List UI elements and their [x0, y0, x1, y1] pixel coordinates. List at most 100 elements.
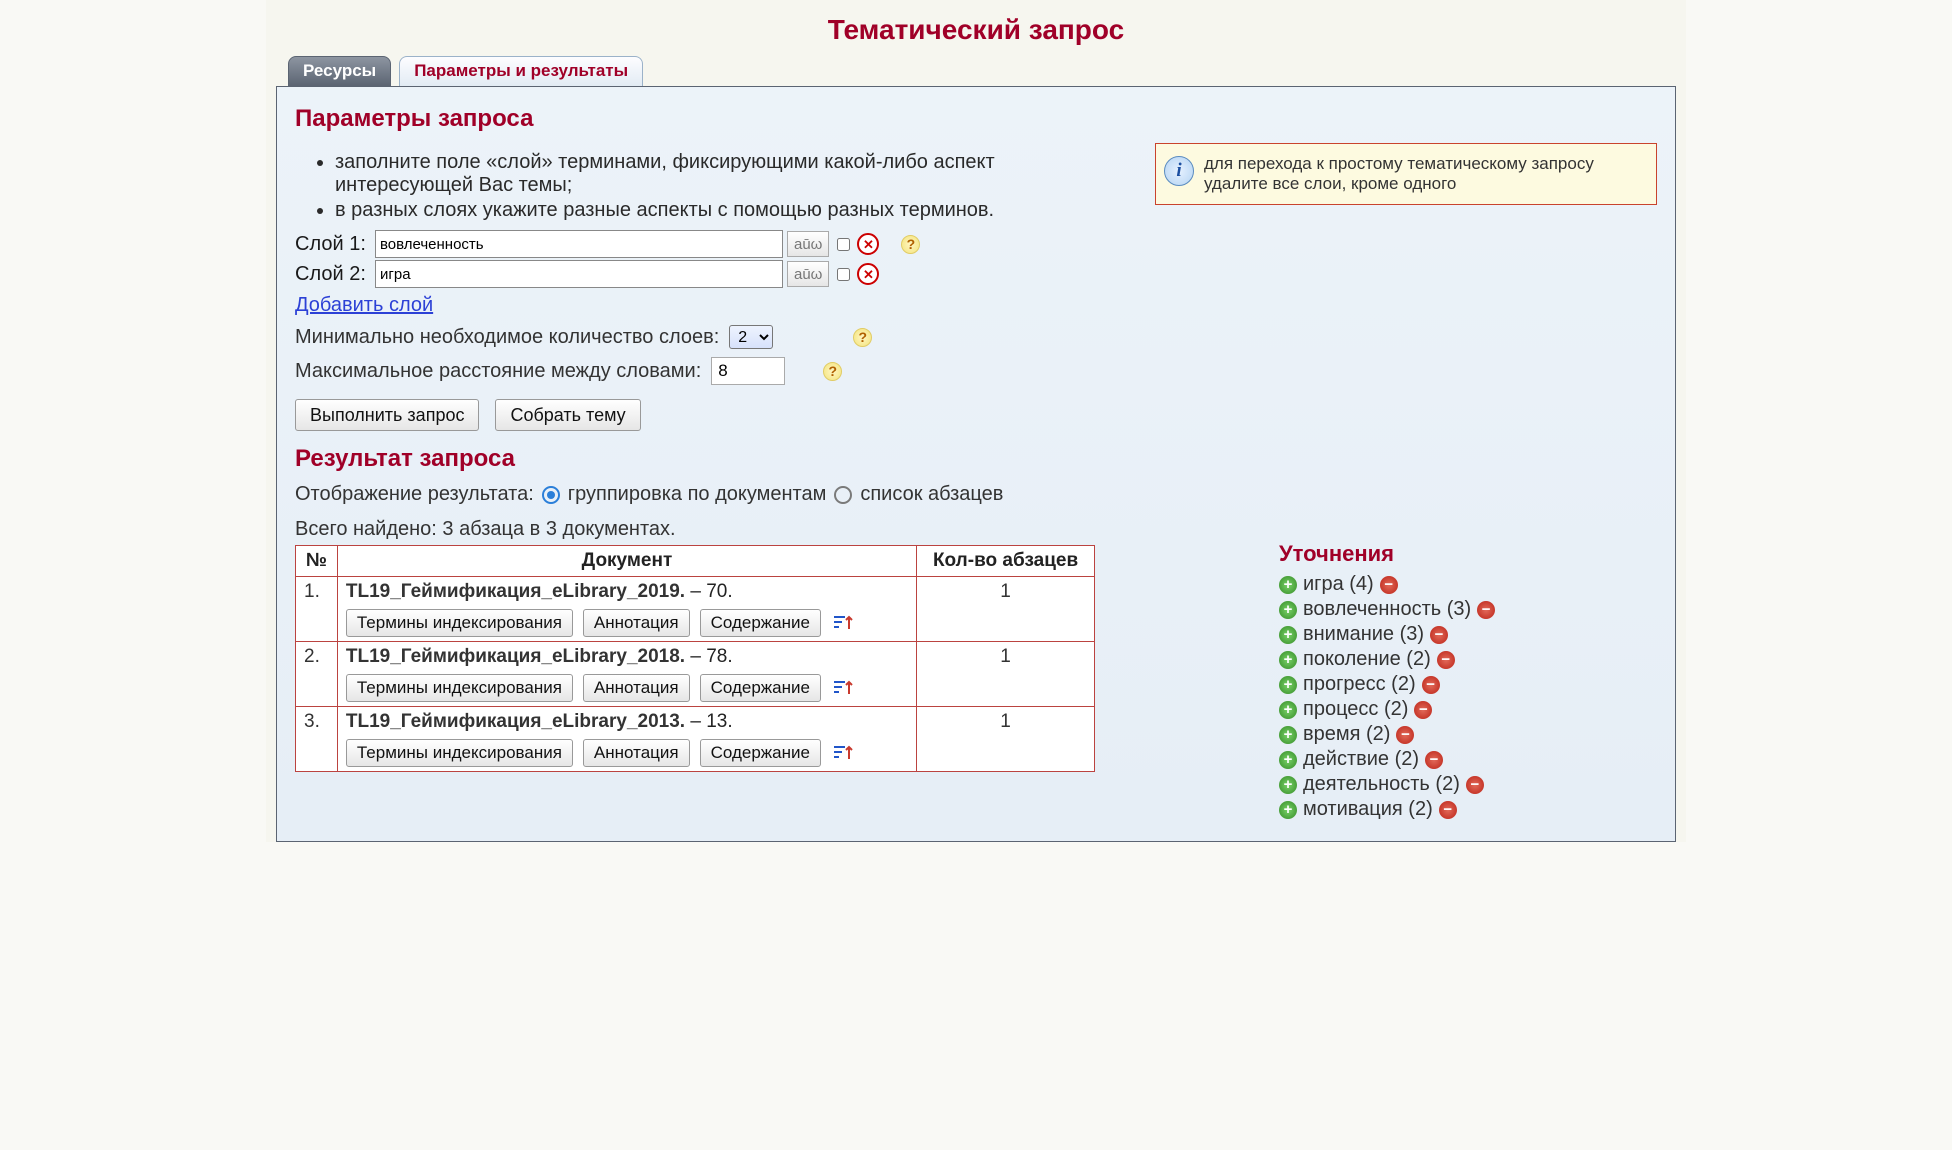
- refinement-item: + поколение (2)−: [1279, 648, 1657, 671]
- add-icon[interactable]: +: [1279, 701, 1297, 719]
- th-number: №: [296, 546, 338, 577]
- refinement-term[interactable]: внимание (3): [1303, 623, 1424, 646]
- min-layers-select[interactable]: 2: [729, 325, 773, 349]
- collect-topic-button[interactable]: Собрать тему: [495, 399, 640, 431]
- layer-2-label: Слой 2:: [295, 263, 371, 286]
- refinement-term[interactable]: прогресс (2): [1303, 673, 1416, 696]
- main-panel: Параметры запроса i для перехода к прост…: [276, 86, 1676, 842]
- min-layers-row: Минимально необходимое количество слоев:…: [295, 325, 1657, 349]
- layer-row-1: Слой 1: aūω ✕ ?: [295, 230, 1657, 258]
- add-icon[interactable]: +: [1279, 801, 1297, 819]
- refinement-item: + действие (2)−: [1279, 748, 1657, 771]
- remove-icon[interactable]: −: [1437, 651, 1455, 669]
- content-button[interactable]: Содержание: [700, 674, 821, 702]
- refinement-term[interactable]: вовлеченность (3): [1303, 598, 1471, 621]
- row-count: 1: [917, 642, 1095, 707]
- th-document: Документ: [337, 546, 916, 577]
- radio-paragraph-list[interactable]: [834, 486, 852, 504]
- index-terms-button[interactable]: Термины индексирования: [346, 674, 573, 702]
- max-distance-input[interactable]: [711, 357, 785, 385]
- refinements-heading: Уточнения: [1279, 541, 1657, 567]
- refinement-term[interactable]: действие (2): [1303, 748, 1419, 771]
- remove-icon[interactable]: −: [1477, 601, 1495, 619]
- index-terms-button[interactable]: Термины индексирования: [346, 739, 573, 767]
- info-icon: i: [1164, 156, 1194, 186]
- document-title[interactable]: TL19_Геймификация_eLibrary_2019.: [346, 581, 685, 602]
- max-distance-label: Максимальное расстояние между словами:: [295, 360, 701, 383]
- add-icon[interactable]: +: [1279, 726, 1297, 744]
- refinement-item: + время (2)−: [1279, 723, 1657, 746]
- remove-icon[interactable]: −: [1422, 676, 1440, 694]
- layer-1-input[interactable]: [375, 230, 783, 258]
- refinements-list: +игра (4)−+вовлеченность (3)−+внимание (…: [1279, 573, 1657, 821]
- radio-group-label: группировка по документам: [568, 483, 827, 506]
- layer-1-checkbox[interactable]: [837, 238, 850, 251]
- document-meta: – 13.: [685, 711, 733, 732]
- run-query-button[interactable]: Выполнить запрос: [295, 399, 479, 431]
- document-title[interactable]: TL19_Геймификация_eLibrary_2013.: [346, 711, 685, 732]
- sort-icon[interactable]: [831, 614, 857, 632]
- tab-params-results[interactable]: Параметры и результаты: [399, 56, 643, 86]
- refinement-term[interactable]: мотивация (2): [1303, 798, 1433, 821]
- max-distance-row: Максимальное расстояние между словами: ?: [295, 357, 1657, 385]
- remove-icon[interactable]: −: [1430, 626, 1448, 644]
- refinement-item: + внимание (3)−: [1279, 623, 1657, 646]
- remove-icon[interactable]: −: [1396, 726, 1414, 744]
- help-icon[interactable]: ?: [823, 362, 842, 381]
- page-title: Тематический запрос: [266, 0, 1686, 56]
- layer-2-checkbox[interactable]: [837, 268, 850, 281]
- add-icon[interactable]: +: [1279, 751, 1297, 769]
- refinement-item: + процесс (2)−: [1279, 698, 1657, 721]
- remove-icon[interactable]: −: [1425, 751, 1443, 769]
- radio-list-label: список абзацев: [860, 483, 1003, 506]
- refinement-term[interactable]: деятельность (2): [1303, 773, 1460, 796]
- content-button[interactable]: Содержание: [700, 739, 821, 767]
- tab-resources[interactable]: Ресурсы: [288, 56, 391, 86]
- content-button[interactable]: Содержание: [700, 609, 821, 637]
- help-icon[interactable]: ?: [901, 235, 920, 254]
- row-number: 2.: [296, 642, 338, 707]
- info-line-1: для перехода к простому тематическому за…: [1204, 154, 1594, 173]
- add-icon[interactable]: +: [1279, 601, 1297, 619]
- results-table: № Документ Кол-во абзацев 1.TL19_Геймифи…: [295, 545, 1095, 772]
- add-icon[interactable]: +: [1279, 651, 1297, 669]
- table-row: 1.TL19_Геймификация_eLibrary_2019. – 70.…: [296, 577, 1095, 642]
- refinement-term[interactable]: время (2): [1303, 723, 1390, 746]
- row-document-cell: TL19_Геймификация_eLibrary_2013. – 13. Те…: [337, 707, 916, 772]
- params-heading: Параметры запроса: [295, 105, 1657, 133]
- row-count: 1: [917, 577, 1095, 642]
- help-icon[interactable]: ?: [853, 328, 872, 347]
- sort-icon[interactable]: [831, 679, 857, 697]
- remove-icon[interactable]: −: [1414, 701, 1432, 719]
- layer-2-charset-button[interactable]: aūω: [787, 261, 829, 287]
- min-layers-label: Минимально необходимое количество слоев:: [295, 326, 719, 349]
- refinement-term[interactable]: игра (4): [1303, 573, 1374, 596]
- layer-1-label: Слой 1:: [295, 233, 371, 256]
- remove-icon[interactable]: −: [1439, 801, 1457, 819]
- layer-1-charset-button[interactable]: aūω: [787, 231, 829, 257]
- add-icon[interactable]: +: [1279, 776, 1297, 794]
- remove-icon[interactable]: −: [1466, 776, 1484, 794]
- refinement-term[interactable]: поколение (2): [1303, 648, 1431, 671]
- table-row: 3.TL19_Геймификация_eLibrary_2013. – 13.…: [296, 707, 1095, 772]
- remove-icon[interactable]: −: [1380, 576, 1398, 594]
- add-icon[interactable]: +: [1279, 576, 1297, 594]
- add-icon[interactable]: +: [1279, 676, 1297, 694]
- refinement-item: + вовлеченность (3)−: [1279, 598, 1657, 621]
- refinement-term[interactable]: процесс (2): [1303, 698, 1408, 721]
- document-title[interactable]: TL19_Геймификация_eLibrary_2018.: [346, 646, 685, 667]
- radio-group-by-doc[interactable]: [542, 486, 560, 504]
- add-icon[interactable]: +: [1279, 626, 1297, 644]
- layer-2-input[interactable]: [375, 260, 783, 288]
- add-layer-link[interactable]: Добавить слой: [295, 294, 433, 317]
- index-terms-button[interactable]: Термины индексирования: [346, 609, 573, 637]
- close-icon[interactable]: ✕: [857, 263, 879, 285]
- annotation-button[interactable]: Аннотация: [583, 674, 690, 702]
- close-icon[interactable]: ✕: [857, 233, 879, 255]
- results-summary: Всего найдено: 3 абзаца в 3 документах.: [295, 518, 1657, 541]
- sort-icon[interactable]: [831, 744, 857, 762]
- row-document-cell: TL19_Геймификация_eLibrary_2018. – 78.Те…: [337, 642, 916, 707]
- annotation-button[interactable]: Аннотация: [583, 739, 690, 767]
- annotation-button[interactable]: Аннотация: [583, 609, 690, 637]
- refinement-item: + деятельность (2)−: [1279, 773, 1657, 796]
